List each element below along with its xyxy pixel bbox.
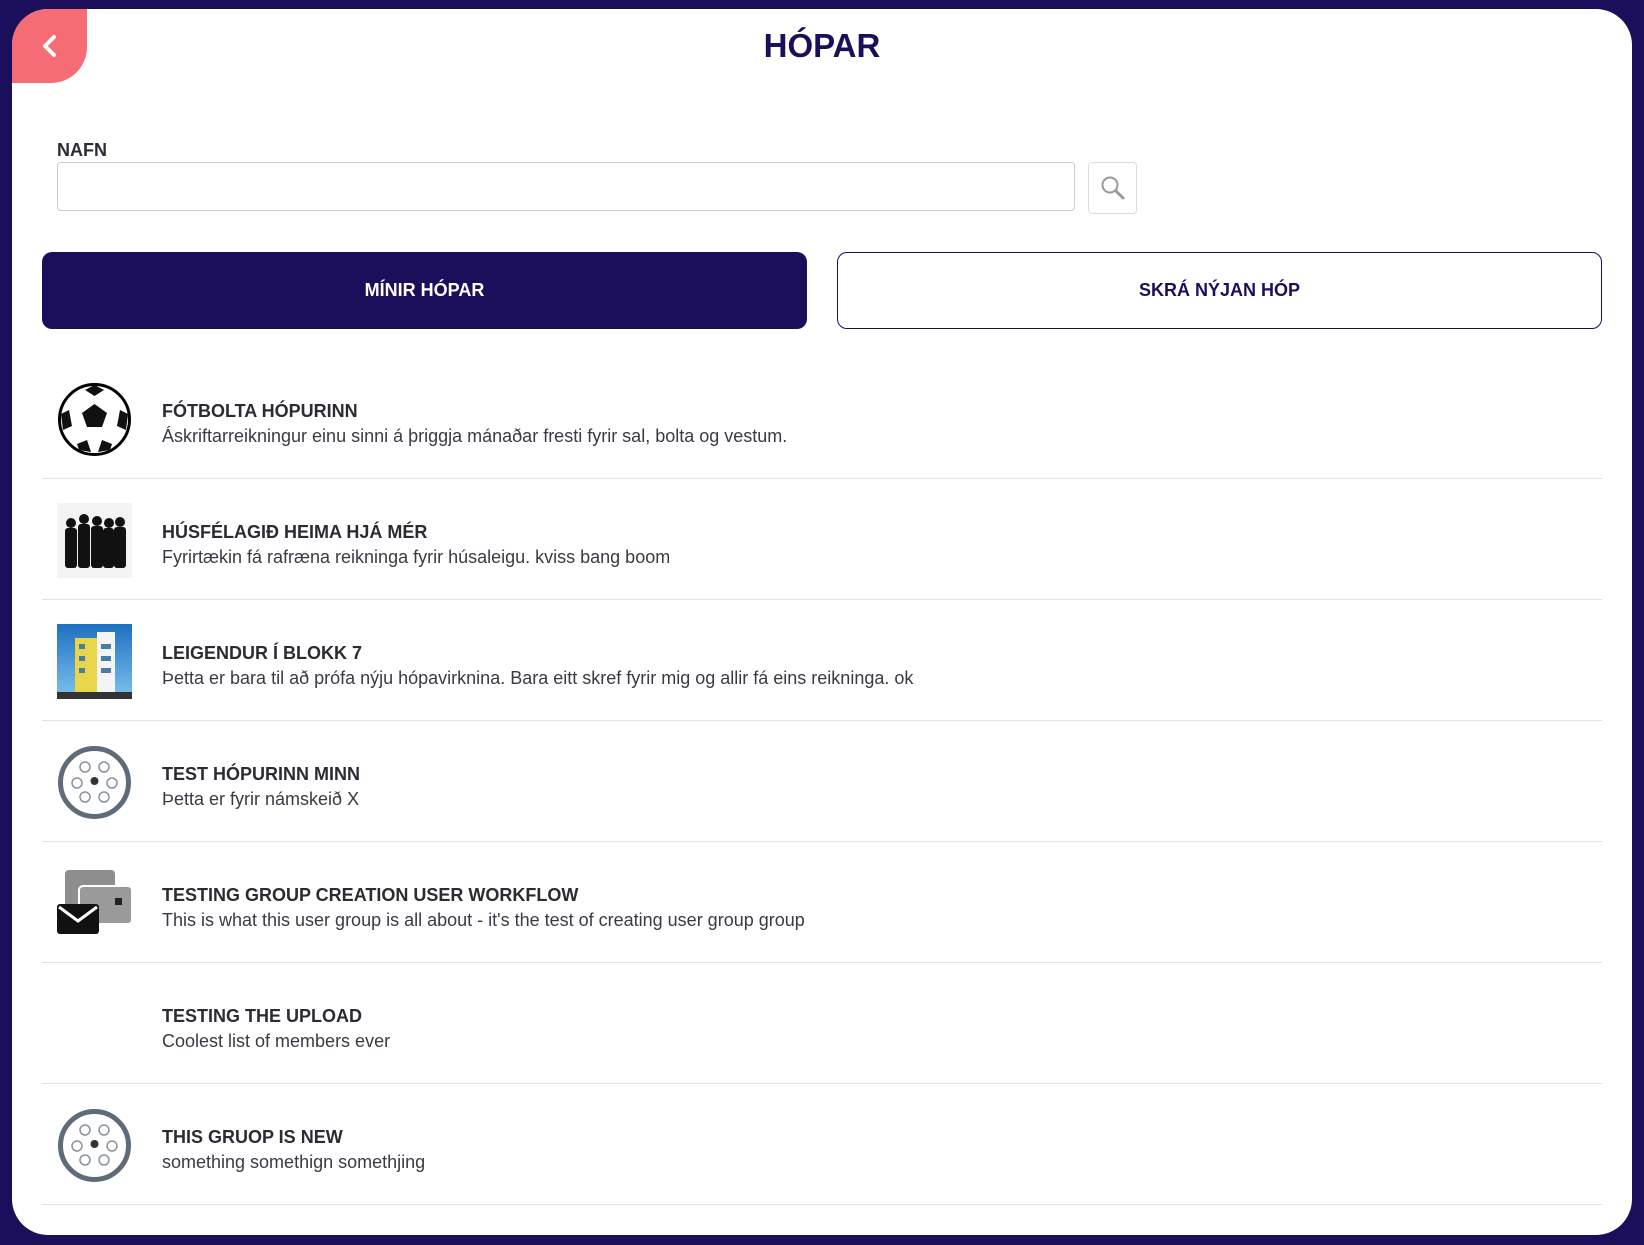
- group-circle-icon: [58, 1109, 131, 1182]
- group-name: TEST HÓPURINN MINN: [162, 764, 360, 784]
- register-new-group-button[interactable]: SKRÁ NÝJAN HÓP: [837, 252, 1602, 329]
- group-list-item[interactable]: TESTING THE UPLOAD Coolest list of member…: [42, 963, 1602, 1084]
- tab-my-groups[interactable]: MÍNIR HÓPAR: [42, 252, 807, 329]
- group-list: FÓTBOLTA HÓPURINN Áskriftarreikningur ein…: [42, 358, 1602, 1205]
- name-label: NAFN: [57, 140, 107, 160]
- group-circle-icon: [58, 746, 131, 819]
- group-name: THIS GRUOP IS NEW: [162, 1127, 343, 1147]
- group-description: This is what this user group is all abou…: [162, 910, 805, 930]
- group-list-item[interactable]: FÓTBOLTA HÓPURINN Áskriftarreikningur ein…: [42, 358, 1602, 479]
- group-list-item[interactable]: THIS GRUOP IS NEW something somethign som…: [42, 1084, 1602, 1205]
- group-name: TESTING GROUP CREATION USER WORKFLOW: [162, 885, 579, 905]
- group-name: TESTING THE UPLOAD: [162, 1006, 363, 1026]
- name-search-input[interactable]: [57, 162, 1075, 211]
- building-icon: [57, 624, 132, 699]
- group-description: Coolest list of members ever: [162, 1031, 391, 1051]
- mail-wallet-icon: [57, 870, 132, 934]
- group-description: something somethign somethjing: [162, 1152, 426, 1172]
- group-list-item[interactable]: HÚSFÉLAGIÐ HEIMA HJÁ MÉR Fyrirtækin fá ra…: [42, 479, 1602, 600]
- group-list-item[interactable]: TESTING GROUP CREATION USER WORKFLOW This…: [42, 842, 1602, 963]
- page-title: HÓPAR: [763, 27, 881, 64]
- group-name: LEIGENDUR Í BLOKK 7: [162, 643, 363, 663]
- group-description: Þetta er bara til að prófa nýju hópavirk…: [162, 668, 914, 688]
- group-name: HÚSFÉLAGIÐ HEIMA HJÁ MÉR: [162, 522, 428, 542]
- group-name: FÓTBOLTA HÓPURINN: [162, 401, 358, 421]
- soccer-ball-icon: [58, 383, 131, 456]
- people-silhouette-icon: [57, 503, 132, 578]
- group-list-item[interactable]: LEIGENDUR Í BLOKK 7 Þetta er bara til að …: [42, 600, 1602, 721]
- search-icon: [1101, 176, 1124, 200]
- group-list-item[interactable]: TEST HÓPURINN MINN Þetta er fyrir námskei…: [42, 721, 1602, 842]
- main-card: HÓPAR NAFN MÍNIR HÓPAR SKRÁ NÝJAN HÓP FÓ…: [12, 9, 1632, 1235]
- group-description: Áskriftarreikningur einu sinni á þriggja…: [162, 426, 788, 446]
- group-description: Þetta er fyrir námskeið X: [162, 789, 360, 809]
- group-description: Fyrirtækin fá rafræna reikninga fyrir hú…: [162, 547, 671, 567]
- search-button[interactable]: [1088, 162, 1137, 214]
